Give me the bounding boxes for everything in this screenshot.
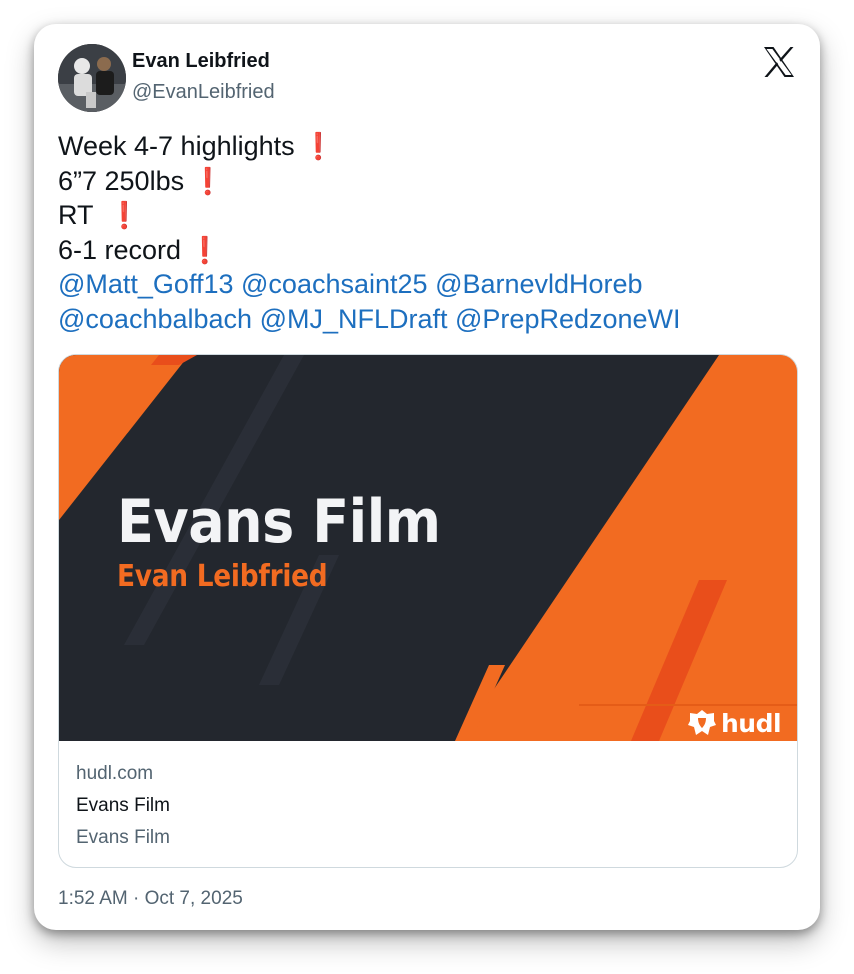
exclamation-icon: ❗: [188, 234, 221, 265]
author-name[interactable]: Evan Leibfried: [132, 50, 270, 73]
mention-link[interactable]: @PrepRedzoneWI: [455, 304, 681, 334]
link-description: Evans Film: [76, 827, 170, 848]
banner-subtitle: Evan Leibfried: [117, 559, 328, 594]
author-handle[interactable]: @EvanLeibfried: [132, 81, 275, 104]
mention-link[interactable]: @BarnevldHoreb: [435, 269, 643, 299]
tweet-line: Week 4-7 highlights ❗: [58, 131, 335, 161]
tweet-timestamp[interactable]: 1:52 AM · Oct 7, 2025: [58, 888, 243, 910]
mention-link[interactable]: @coachsaint25: [241, 269, 428, 299]
exclamation-icon: ❗: [191, 165, 224, 196]
tweet-line: RT ❗: [58, 200, 141, 230]
link-preview-card[interactable]: Evans Film Evan Leibfried hudl hudl.com …: [58, 354, 798, 868]
tweet-line: 6-1 record ❗: [58, 234, 221, 265]
mention-link[interactable]: @coachbalbach: [58, 304, 252, 334]
avatar[interactable]: [58, 44, 126, 112]
exclamation-icon: ❗: [108, 200, 141, 230]
hudl-wordmark: hudl: [721, 708, 782, 738]
mention-link[interactable]: @Matt_Goff13: [58, 269, 234, 299]
tweet-line: 6”7 250lbs ❗: [58, 165, 224, 196]
hudl-logo: hudl: [687, 707, 782, 739]
tweet-card: Evan Leibfried @EvanLeibfried Week 4-7 h…: [34, 24, 820, 930]
link-preview-image[interactable]: Evans Film Evan Leibfried hudl: [59, 355, 797, 741]
banner-title: Evans Film: [117, 487, 441, 557]
mentions-line: @coachbalbach @MJ_NFLDraft @PrepRedzoneW…: [58, 302, 798, 337]
tweet-text: Week 4-7 highlights ❗ 6”7 250lbs ❗ RT ❗ …: [58, 129, 798, 336]
mentions-line: @Matt_Goff13 @coachsaint25 @BarnevldHore…: [58, 267, 798, 302]
exclamation-icon: ❗: [302, 131, 335, 161]
hudl-logo-icon: [688, 710, 716, 735]
link-domain: hudl.com: [76, 763, 154, 784]
mention-link[interactable]: @MJ_NFLDraft: [260, 304, 448, 334]
x-logo-icon[interactable]: [762, 46, 796, 78]
link-title: Evans Film: [76, 795, 170, 816]
